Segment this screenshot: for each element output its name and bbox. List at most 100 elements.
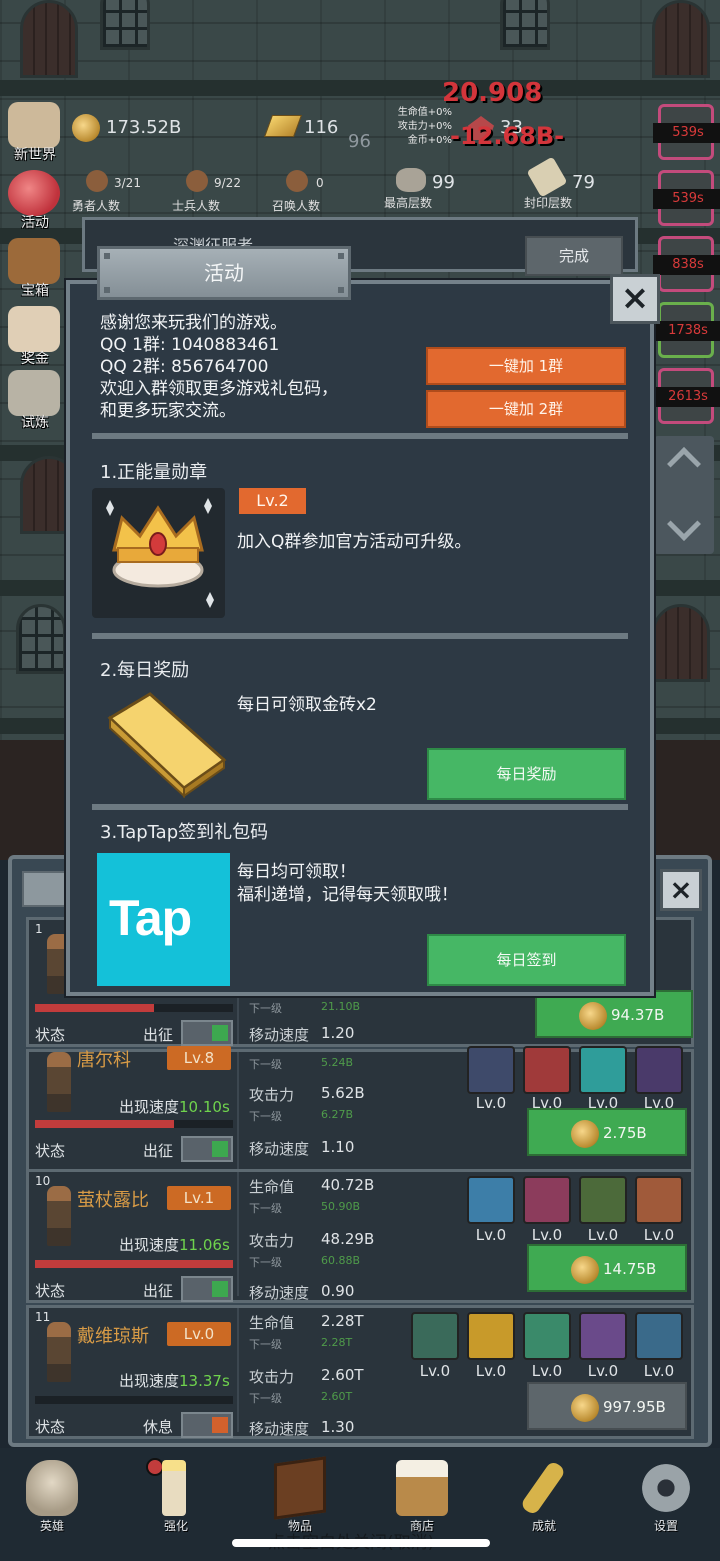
coin-icon xyxy=(571,1256,599,1284)
nav-chest[interactable]: 宝箱 xyxy=(2,238,68,300)
timer-1: 539s xyxy=(653,123,720,143)
nav-bonus[interactable]: 奖金 xyxy=(2,306,68,368)
daily-reward-label: 每日奖励 xyxy=(496,765,557,783)
top-floor-label: 最高层数 xyxy=(384,196,433,210)
nav-heroes[interactable]: 英雄 xyxy=(4,1448,94,1561)
deploy-state: 出征 xyxy=(143,1142,174,1160)
timer-3: 838s xyxy=(653,255,720,275)
quest-complete-button[interactable]: 完成 xyxy=(525,236,623,276)
boots-skill-icon[interactable] xyxy=(579,1176,627,1224)
skill-level: Lv.0 xyxy=(475,1362,507,1380)
next-label: 下一级 xyxy=(249,1002,282,1015)
intro-line-4: 欢迎入群领取更多游戏礼包码， xyxy=(100,379,338,399)
qq-group-2: QQ 2群: 856764700 xyxy=(100,357,269,377)
join-group-2-button[interactable]: 一键加 2群 xyxy=(426,390,626,428)
hero-hp-bar xyxy=(35,1120,233,1128)
intro-line-1: 感谢您来玩我们的游戏。 xyxy=(100,313,287,333)
book-icon xyxy=(274,1456,326,1520)
boot-skill-icon[interactable] xyxy=(523,1312,571,1360)
heroes-label: 勇者人数 xyxy=(72,199,121,213)
hero-number: 10 xyxy=(35,1174,51,1188)
nav-enhance[interactable]: 强化 xyxy=(128,1448,218,1561)
hero-sprite xyxy=(47,1052,71,1112)
wheel-skill-icon[interactable] xyxy=(467,1046,515,1094)
nav-settings[interactable]: 设置 xyxy=(618,1448,708,1561)
upgrade-button[interactable]: 997.95B xyxy=(527,1382,687,1430)
close-button[interactable]: × xyxy=(610,274,660,324)
sealed-floor-label: 封印层数 xyxy=(524,196,573,210)
deploy-state: 出征 xyxy=(143,1282,174,1300)
nav-new-world[interactable]: 新世界 xyxy=(2,102,68,164)
timer-slot-4[interactable]: 1738s xyxy=(653,302,720,358)
modal-title-text: 活动 xyxy=(204,261,244,285)
atk-label: 攻击力 xyxy=(249,1232,295,1250)
atk-label: 攻击力 xyxy=(249,1368,295,1386)
next-label: 下一级 xyxy=(249,1110,282,1123)
nav-new-world-label: 新世界 xyxy=(14,147,56,163)
deploy-toggle[interactable] xyxy=(181,1276,233,1302)
taptap-desc-1: 每日均可领取！ xyxy=(237,862,356,882)
scroll-arrows[interactable] xyxy=(654,436,714,554)
bear-skill-icon[interactable] xyxy=(635,1312,683,1360)
medal-level-text: Lv.2 xyxy=(256,491,289,510)
nav-heroes-label: 英雄 xyxy=(39,1519,64,1533)
hero-card-2[interactable]: 唐尔科 Lv.8 出现速度10.10s 状态 出征 下一级 5.24B 攻击力 … xyxy=(26,1046,694,1176)
hero-card-11[interactable]: 11 戴维琼斯 Lv.0 出现速度13.37s 状态 休息 生命值 2.28T … xyxy=(26,1305,694,1439)
appear-speed: 出现速度11.06s xyxy=(119,1236,230,1254)
crown-medal-icon xyxy=(106,498,214,608)
upgrade-button[interactable]: 94.37B xyxy=(535,990,693,1038)
soldiers-count: 9/22 xyxy=(214,176,241,190)
upgrade-button[interactable]: 2.75B xyxy=(527,1108,687,1156)
nav-achievements[interactable]: 成就 xyxy=(496,1448,586,1561)
sword-skill-icon[interactable] xyxy=(523,1046,571,1094)
nav-activity[interactable]: 活动 xyxy=(2,170,68,232)
hero-sprite xyxy=(47,1186,71,1246)
section-1-title: 1.正能量勋章 xyxy=(100,462,208,483)
status-label: 状态 xyxy=(35,1142,66,1160)
upgrade-button[interactable]: 14.75B xyxy=(527,1244,687,1292)
timer-slot-2[interactable]: 539s xyxy=(653,170,720,226)
skill-level: Lv.0 xyxy=(419,1362,451,1380)
blade-skill-icon[interactable] xyxy=(467,1312,515,1360)
hp-next: 50.90B xyxy=(321,1200,361,1213)
move-speed: 1.30 xyxy=(321,1418,355,1436)
hero-level-badge: Lv.0 xyxy=(167,1322,231,1346)
deploy-toggle[interactable] xyxy=(181,1020,233,1046)
nav-trial[interactable]: 试炼 xyxy=(2,370,68,432)
hero-panel-close-button[interactable]: × xyxy=(660,869,702,911)
hp-value: 2.28T xyxy=(321,1312,364,1330)
dagger-skill-icon[interactable] xyxy=(635,1046,683,1094)
hero-card-10[interactable]: 10 萤杖露比 Lv.1 出现速度11.06s 状态 出征 生命值 40.72B… xyxy=(26,1169,694,1303)
timer-4: 1738s xyxy=(653,321,720,341)
skill-level: Lv.0 xyxy=(587,1362,619,1380)
move-speed-label: 移动速度 xyxy=(249,1284,310,1302)
boot-skill-icon[interactable] xyxy=(579,1046,627,1094)
deploy-toggle[interactable] xyxy=(181,1136,233,1162)
soldiers-label: 士兵人数 xyxy=(172,199,221,213)
boot-skill-icon[interactable] xyxy=(635,1176,683,1224)
claw-skill-icon[interactable] xyxy=(579,1312,627,1360)
timer-slot-5[interactable]: 2613s xyxy=(653,368,720,424)
wolf-skill-icon[interactable] xyxy=(523,1176,571,1224)
hp-label: 生命值 xyxy=(249,1178,295,1196)
daily-reward-desc: 每日可领取金砖x2 xyxy=(237,695,377,715)
daily-reward-button[interactable]: 每日奖励 xyxy=(427,748,626,800)
hero-number: 11 xyxy=(35,1310,51,1324)
daily-checkin-button[interactable]: 每日签到 xyxy=(427,934,626,986)
move-speed: 1.10 xyxy=(321,1138,355,1156)
leaf-skill-icon[interactable] xyxy=(467,1176,515,1224)
beer-mug-icon xyxy=(396,1460,448,1516)
modal-title: 活动 xyxy=(97,246,351,300)
skull-shield-skill-icon[interactable] xyxy=(411,1312,459,1360)
join-group-2-label: 一键加 2群 xyxy=(488,400,564,418)
coin-icon xyxy=(579,1002,607,1030)
qq-group-1: QQ 1群: 1040883461 xyxy=(100,335,280,355)
home-indicator[interactable] xyxy=(232,1539,490,1547)
timer-slot-1[interactable]: 539s xyxy=(653,104,720,160)
deploy-toggle[interactable] xyxy=(181,1412,233,1438)
join-group-1-button[interactable]: 一键加 1群 xyxy=(426,347,626,385)
skill-level: Lv.0 xyxy=(475,1094,507,1112)
stone-icon xyxy=(396,168,426,192)
timer-slot-3[interactable]: 838s xyxy=(653,236,720,292)
medal-frame xyxy=(92,488,225,618)
